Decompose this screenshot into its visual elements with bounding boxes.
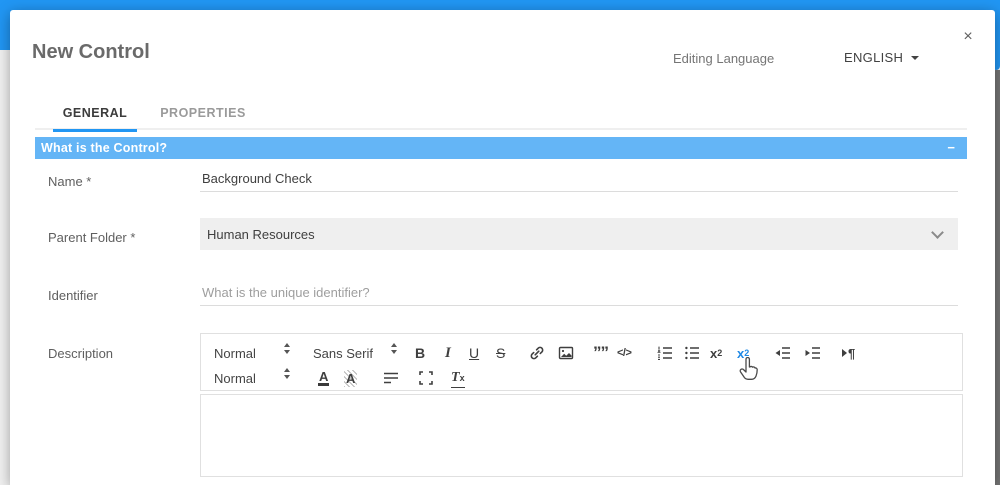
description-label: Description: [48, 346, 113, 361]
paragraph-format-value: Normal: [214, 346, 256, 361]
bold-button[interactable]: B: [415, 343, 425, 363]
tab-general[interactable]: GENERAL: [53, 106, 137, 130]
align-icon[interactable]: [382, 368, 400, 388]
updown-arrows-icon[interactable]: [284, 343, 290, 363]
strikethrough-button[interactable]: S: [496, 343, 505, 363]
background-color-button[interactable]: A: [344, 368, 357, 388]
section-header[interactable]: What is the Control? −: [35, 137, 967, 159]
name-label: Name *: [48, 174, 91, 189]
italic-button[interactable]: I: [445, 343, 451, 363]
underline-button[interactable]: U: [469, 343, 479, 363]
editing-language-label: Editing Language: [673, 51, 774, 66]
paragraph-format-picker[interactable]: Normal: [214, 343, 256, 363]
clean-x-glyph: x: [460, 373, 465, 383]
font-picker[interactable]: Sans Serif: [313, 343, 373, 363]
tab-bar: GENERAL PROPERTIES: [35, 106, 967, 130]
background-color-letter: A: [344, 370, 357, 387]
parent-folder-select[interactable]: Human Resources: [200, 218, 958, 250]
text-color-letter: A: [318, 370, 329, 386]
new-control-dialog: New Control × Editing Language ENGLISH G…: [10, 10, 995, 485]
name-input[interactable]: [200, 166, 958, 192]
identifier-input[interactable]: [200, 280, 958, 306]
subscript-base: x: [710, 346, 717, 361]
text-direction-icon[interactable]: ¶: [842, 343, 855, 363]
text-color-button[interactable]: A: [318, 368, 329, 388]
blockquote-icon[interactable]: ””: [593, 343, 608, 363]
paragraph-format-value-2: Normal: [214, 371, 256, 386]
tab-properties[interactable]: PROPERTIES: [160, 106, 246, 130]
description-editor-area[interactable]: [200, 394, 963, 477]
language-dropdown[interactable]: ENGLISH: [844, 50, 919, 65]
close-icon[interactable]: ×: [958, 28, 978, 46]
dialog-title: New Control: [32, 41, 150, 64]
parent-folder-label: Parent Folder *: [48, 230, 135, 245]
indent-icon[interactable]: [804, 343, 822, 363]
subscript-mark: 2: [717, 348, 722, 358]
collapse-icon[interactable]: −: [947, 140, 955, 155]
updown-arrows-icon[interactable]: [391, 343, 397, 363]
subscript-button[interactable]: x2: [710, 343, 722, 363]
hand-cursor-icon: [737, 357, 761, 388]
richtext-toolbar: Normal Sans Serif B I U S: [200, 333, 963, 391]
code-icon[interactable]: </>: [617, 343, 631, 363]
updown-arrows-icon[interactable]: [284, 368, 290, 388]
caret-down-icon: [911, 56, 919, 60]
bullet-list-icon[interactable]: [683, 343, 701, 363]
pilcrow-glyph: ¶: [848, 346, 855, 361]
fullscreen-icon[interactable]: [417, 368, 435, 388]
clear-formatting-button[interactable]: Tx: [451, 368, 465, 388]
link-icon[interactable]: [528, 343, 546, 363]
parent-folder-value: Human Resources: [207, 227, 315, 242]
image-icon[interactable]: [557, 343, 575, 363]
language-value: ENGLISH: [844, 50, 903, 65]
screen: New Control × Editing Language ENGLISH G…: [0, 0, 1000, 485]
paragraph-format-picker-2[interactable]: Normal: [214, 368, 256, 388]
clean-t-glyph: T: [451, 370, 460, 386]
outdent-icon[interactable]: [774, 343, 792, 363]
ordered-list-icon[interactable]: [656, 343, 674, 363]
identifier-label: Identifier: [48, 288, 98, 303]
background-scroll-strip: [995, 70, 1000, 485]
chevron-down-icon: [931, 226, 944, 239]
font-value: Sans Serif: [313, 346, 373, 361]
section-title: What is the Control?: [41, 141, 167, 155]
